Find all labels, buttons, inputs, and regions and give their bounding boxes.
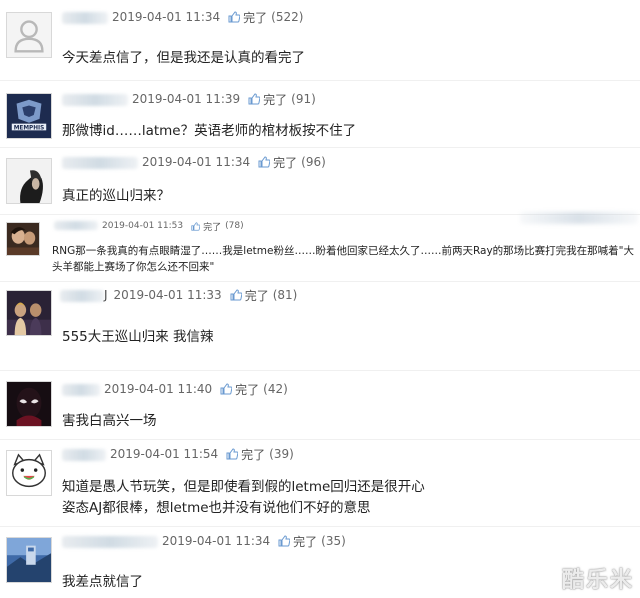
avatar[interactable] <box>6 12 52 58</box>
username[interactable] <box>60 155 138 169</box>
comment-meta: 2019-04-01 11:53 完了 (78) <box>52 220 244 233</box>
username[interactable] <box>52 221 98 231</box>
like-count: (522) <box>271 10 304 24</box>
comment-item: 2019-04-01 11:34 完了 (35) 我差点就信了 <box>0 527 640 598</box>
like-count: (35) <box>321 534 346 548</box>
comment-meta: J 2019-04-01 11:33 完了 (81) <box>60 287 297 303</box>
like-count: (96) <box>301 155 326 169</box>
comment-text-line-2: 姿态AJ都很棒，想letme也并没有说他们不好的意思 <box>62 500 371 516</box>
comment-text: 那微博id……latme？英语老师的棺材板按不住了 <box>62 123 357 139</box>
avatar[interactable] <box>6 450 52 496</box>
avatar[interactable] <box>6 290 52 336</box>
like-count: (81) <box>272 288 298 302</box>
comment-meta: 2019-04-01 11:34 完了 (35) <box>60 533 346 549</box>
thumb-up-icon <box>230 289 242 301</box>
comment-text: RNG那一条我真的有点眼睛湿了……我是letme粉丝……盼着他回家已经太久了……… <box>52 245 635 273</box>
comment-item: 2019-04-01 11:34 完了 (522) 今天差点信了，但是我还是认真的… <box>0 0 640 80</box>
thumb-up-icon <box>228 11 241 23</box>
avatar[interactable] <box>6 537 52 583</box>
like-button[interactable]: 完了 (96) <box>258 154 326 171</box>
comment-item: MEMPHIS 2019-04-01 11:39 完了 (91) 那微博id……l… <box>0 81 640 147</box>
watermark: 酷乐米 <box>561 568 634 593</box>
like-count: (42) <box>263 382 288 396</box>
avatar[interactable] <box>6 158 52 204</box>
comment-date: 2019-04-01 11:54 <box>110 447 219 461</box>
avatar[interactable]: MEMPHIS <box>6 93 52 139</box>
comment-date: 2019-04-01 11:40 <box>104 382 213 396</box>
avatar[interactable] <box>6 222 40 256</box>
dark-portrait-icon <box>7 159 51 203</box>
comment-item: J 2019-04-01 11:33 完了 (81) 555大王巡山归来 我信辣 <box>0 282 640 370</box>
comment-text: 害我白高兴一场 <box>62 413 157 429</box>
memphis-logo-icon: MEMPHIS <box>7 94 51 138</box>
username[interactable] <box>60 92 128 106</box>
thumb-up-icon <box>220 383 233 395</box>
comment-date: 2019-04-01 11:34 <box>112 10 221 24</box>
comment-date: 2019-04-01 11:34 <box>142 155 251 169</box>
avatar[interactable] <box>6 381 52 427</box>
photo-avatar-icon <box>7 223 39 255</box>
like-button[interactable]: 完了 (35) <box>278 533 346 550</box>
username[interactable] <box>60 447 106 461</box>
comment-meta: 2019-04-01 11:54 完了 (39) <box>60 446 294 462</box>
comment-item: 2019-04-01 11:53 完了 (78) RNG那一条我真的有点眼睛湿了…… <box>0 215 640 281</box>
username[interactable] <box>60 382 100 396</box>
spider-hero-icon <box>7 382 51 426</box>
like-count: (91) <box>291 92 316 106</box>
like-button[interactable]: 完了 (522) <box>228 9 303 26</box>
comment-date: 2019-04-01 11:53 <box>102 221 184 231</box>
comment-meta: 2019-04-01 11:39 完了 (91) <box>60 91 316 107</box>
like-button[interactable]: 完了 (78) <box>191 220 244 233</box>
username[interactable] <box>60 10 108 24</box>
thumb-up-icon <box>191 221 201 231</box>
comment-text: 真正的巡山归来？ <box>62 188 170 204</box>
cartoon-cat-icon <box>7 451 51 495</box>
comment-date: 2019-04-01 11:33 <box>113 288 222 302</box>
comment-text: 知道是愚人节玩笑，但是即使看到假的letme回归还是很开心 <box>62 479 425 495</box>
username[interactable] <box>60 534 158 548</box>
thumb-up-icon <box>226 448 239 460</box>
comment-meta: 2019-04-01 11:40 完了 (42) <box>60 381 288 397</box>
like-count: (39) <box>269 447 294 461</box>
comment-date: 2019-04-01 11:34 <box>162 534 271 548</box>
default-person-icon <box>7 13 51 57</box>
thumb-up-icon <box>278 535 291 547</box>
comment-date: 2019-04-01 11:39 <box>132 92 241 106</box>
svg-text:MEMPHIS: MEMPHIS <box>14 125 45 131</box>
comment-text: 我差点就信了 <box>62 574 143 590</box>
comment-meta: 2019-04-01 11:34 完了 (96) <box>60 154 326 170</box>
comment-item: 2019-04-01 11:40 完了 (42) 害我白高兴一场 <box>0 371 640 439</box>
thumb-up-icon <box>258 156 271 168</box>
thumb-up-icon <box>248 93 261 105</box>
username[interactable]: J <box>60 288 110 302</box>
comment-text: 今天差点信了，但是我还是认真的看完了 <box>62 50 305 66</box>
comment-text: 555大王巡山归来 我信辣 <box>62 329 214 345</box>
like-button[interactable]: 完了 (42) <box>220 381 288 398</box>
like-button[interactable]: 完了 (91) <box>248 91 316 108</box>
like-button[interactable]: 完了 (39) <box>226 446 294 463</box>
like-button[interactable]: 完了 (81) <box>230 287 298 304</box>
comment-item: 2019-04-01 11:54 完了 (39) 知道是愚人节玩笑，但是即使看到假… <box>0 440 640 526</box>
stage-photo-icon <box>7 291 51 335</box>
comment-meta: 2019-04-01 11:34 完了 (522) <box>60 9 303 25</box>
comment-item: 2019-04-01 11:34 完了 (96) 真正的巡山归来？ <box>0 148 640 214</box>
like-count: (78) <box>225 221 244 231</box>
blue-photo-icon <box>7 538 51 582</box>
